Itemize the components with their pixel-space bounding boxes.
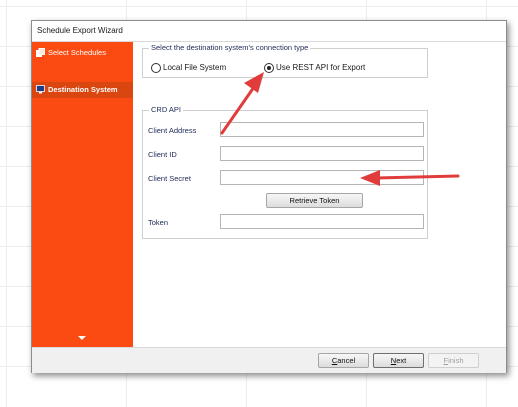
client-id-label: Client ID bbox=[148, 150, 177, 159]
sidebar-item-select-schedules[interactable]: Select Schedules bbox=[32, 45, 133, 61]
radio-use-rest-api[interactable]: Use REST API for Export bbox=[264, 62, 374, 74]
radio-local-file-system[interactable]: Local File System bbox=[151, 62, 241, 74]
sidebar-item-label: Select Schedules bbox=[48, 48, 106, 57]
radio-label: Use REST API for Export bbox=[276, 63, 366, 72]
token-label: Token bbox=[148, 218, 169, 227]
client-address-label: Client Address bbox=[148, 126, 197, 135]
client-secret-input[interactable] bbox=[220, 170, 424, 185]
next-label: ext bbox=[396, 356, 407, 365]
client-address-input[interactable] bbox=[220, 122, 424, 137]
retrieve-token-button[interactable]: Retrieve Token bbox=[266, 193, 363, 208]
title-bar: Schedule Export Wizard bbox=[32, 21, 506, 42]
connection-type-label: Select the destination system's connecti… bbox=[149, 43, 311, 52]
client-secret-label: Client Secret bbox=[148, 174, 191, 183]
wizard-window: Schedule Export Wizard Select Schedules … bbox=[31, 20, 507, 373]
sidebar-item-destination-system[interactable]: Destination System bbox=[32, 82, 133, 98]
wizard-footer: Cancel Next Finish bbox=[32, 347, 506, 373]
wizard-sidebar: Select Schedules Destination System bbox=[32, 42, 133, 347]
cancel-label: ancel bbox=[337, 356, 356, 365]
sidebar-item-label: Destination System bbox=[48, 85, 118, 94]
crd-api-label: CRD API bbox=[149, 105, 184, 114]
sidebar-scroll-down-icon[interactable] bbox=[78, 336, 86, 340]
finish-label: inish bbox=[448, 356, 464, 365]
connection-type-group: Select the destination system's connecti… bbox=[142, 43, 428, 78]
wizard-content: Select the destination system's connecti… bbox=[133, 42, 506, 347]
monitor-icon bbox=[36, 85, 45, 94]
crd-api-group: CRD API Client Address Client ID Client … bbox=[142, 105, 428, 239]
token-input[interactable] bbox=[220, 214, 424, 229]
radio-circle-icon bbox=[151, 63, 161, 73]
client-id-input[interactable] bbox=[220, 146, 424, 161]
radio-dot-icon bbox=[267, 66, 271, 70]
finish-button[interactable]: Finish bbox=[428, 353, 479, 368]
radio-label: Local File System bbox=[163, 63, 227, 72]
radio-circle-icon bbox=[264, 63, 274, 73]
next-button[interactable]: Next bbox=[373, 353, 424, 368]
cancel-button[interactable]: Cancel bbox=[318, 353, 369, 368]
pages-icon bbox=[36, 48, 45, 57]
window-title: Schedule Export Wizard bbox=[37, 26, 123, 35]
